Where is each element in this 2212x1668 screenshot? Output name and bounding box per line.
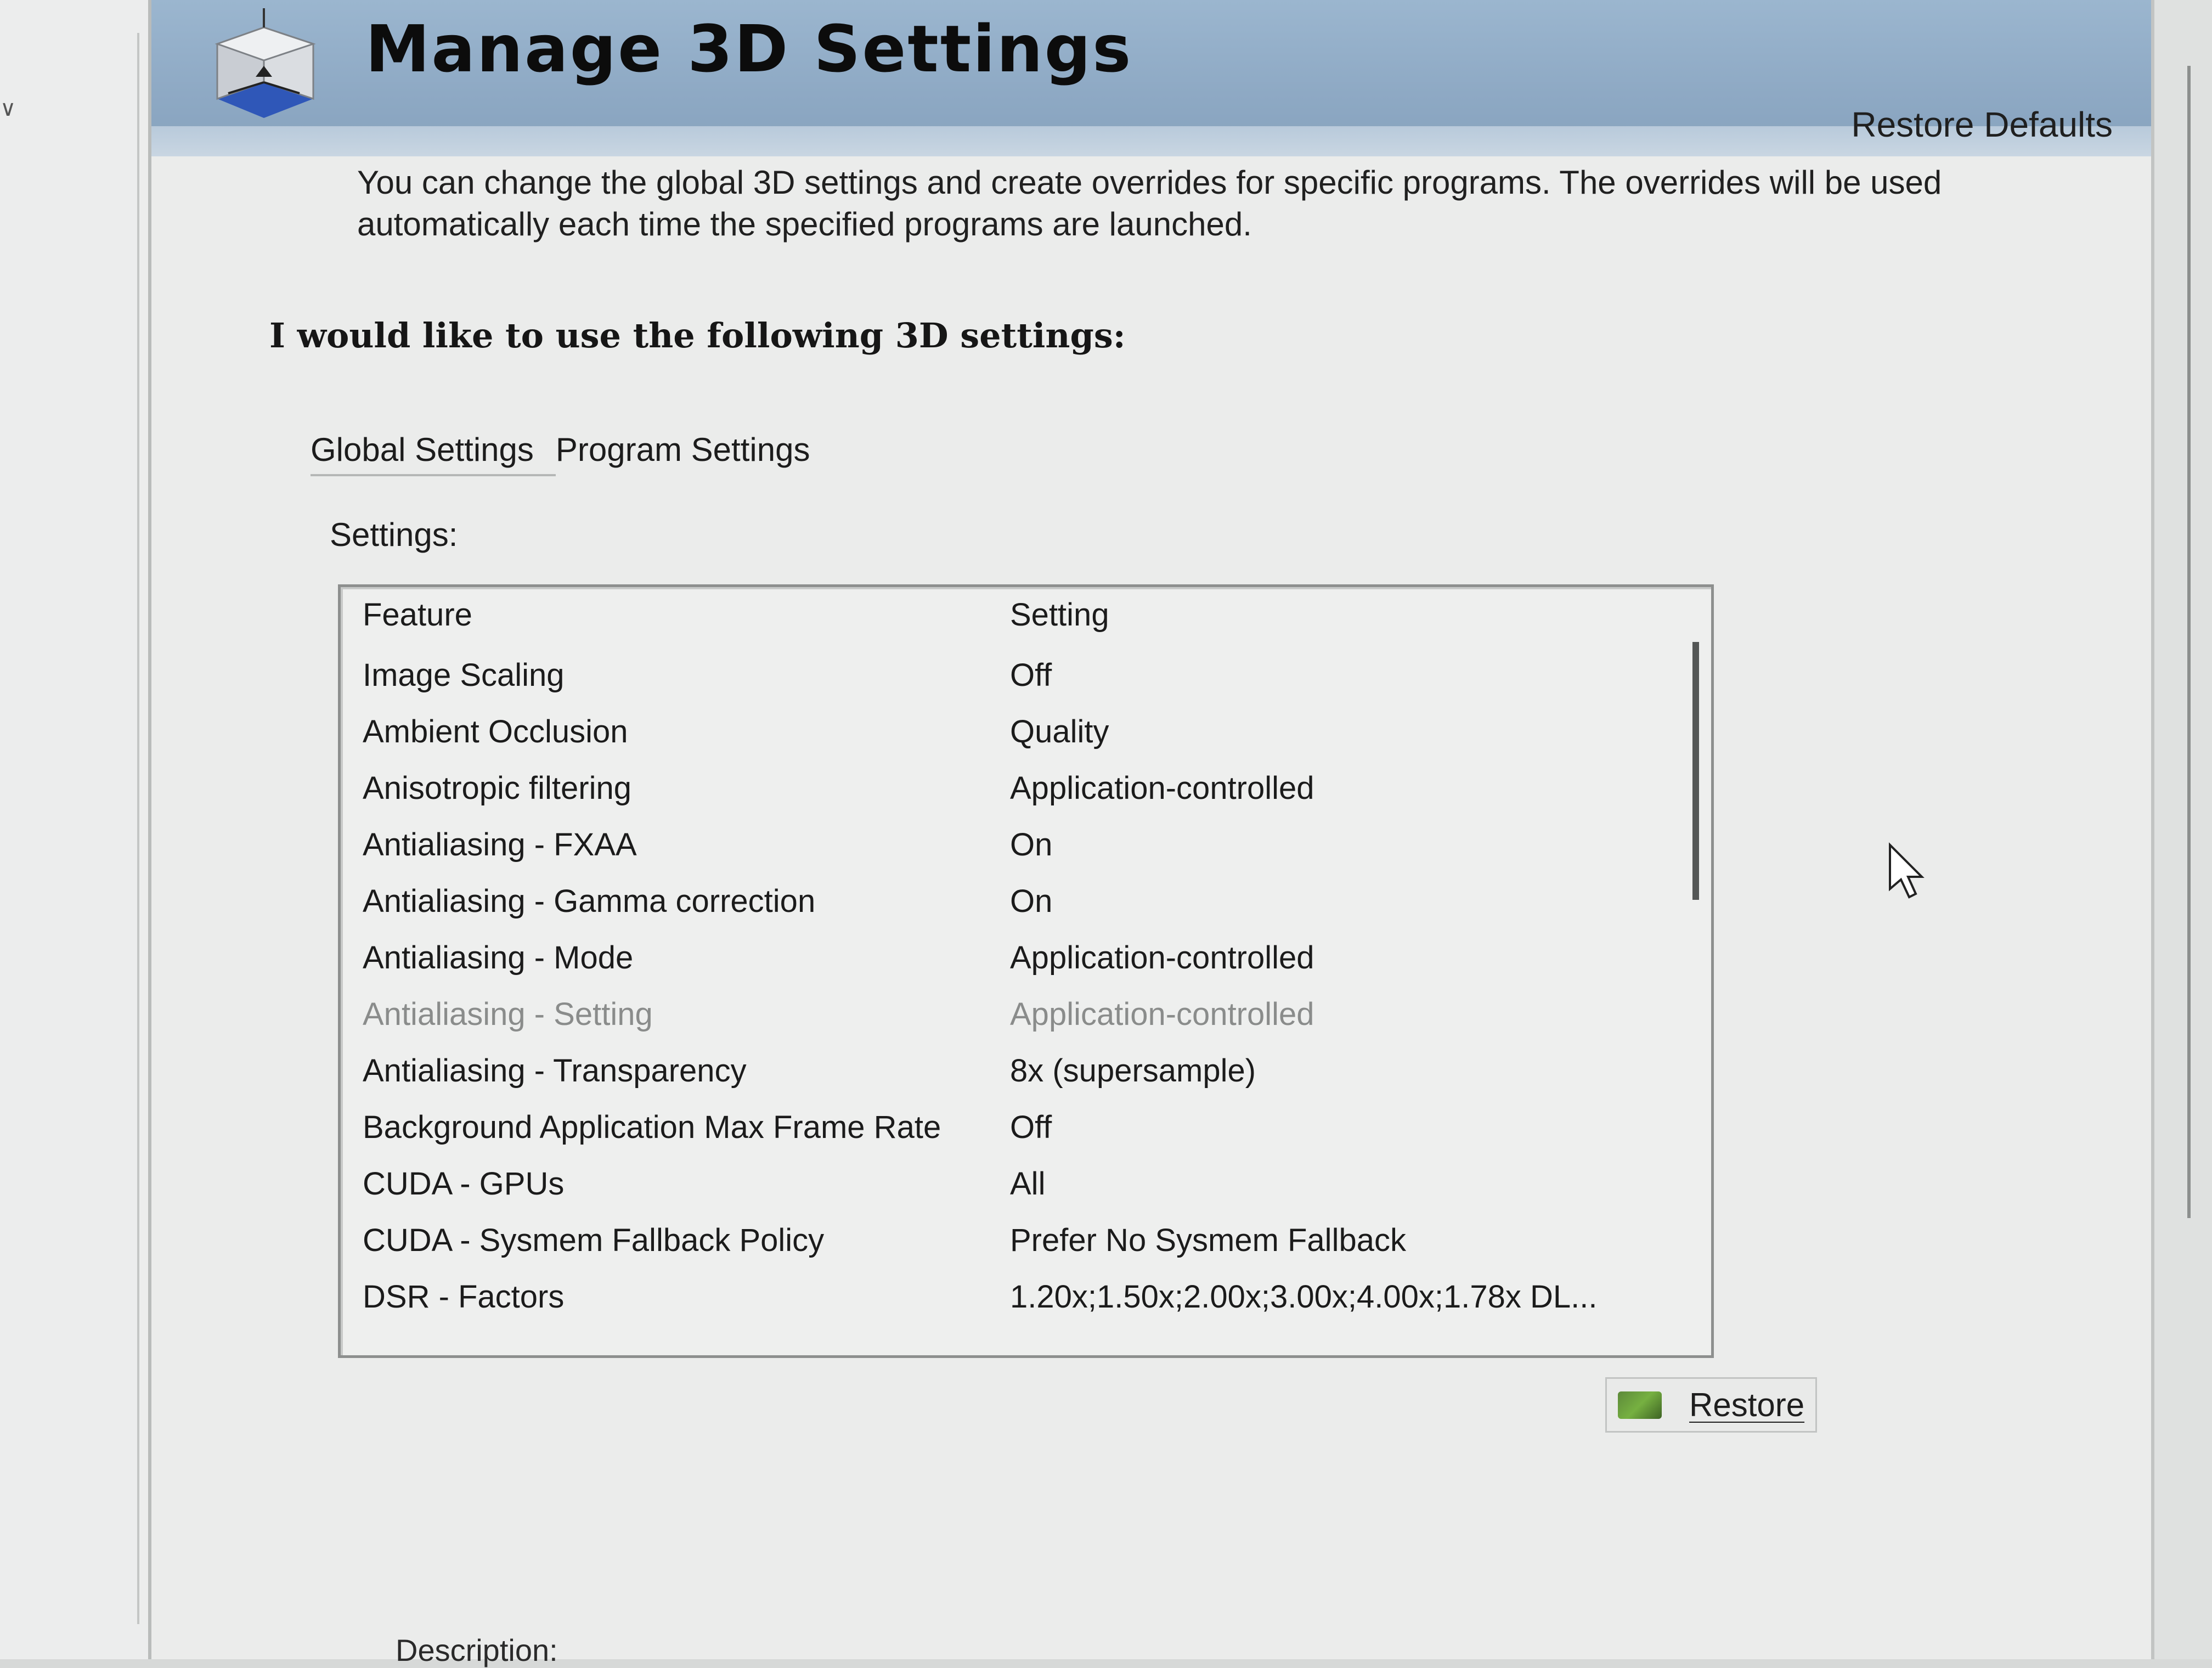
feature-name: Anisotropic filtering bbox=[363, 770, 631, 806]
intro-text: You can change the global 3D settings an… bbox=[357, 164, 1942, 243]
settings-prompt: I would like to use the following 3D set… bbox=[269, 315, 1126, 356]
feature-name: Antialiasing - Mode bbox=[363, 939, 634, 976]
table-row[interactable]: Image Scaling Off bbox=[341, 647, 1657, 702]
settings-tabs: Global Settings Program Settings bbox=[311, 431, 832, 476]
feature-name: CUDA - Sysmem Fallback Policy bbox=[363, 1222, 825, 1258]
table-row[interactable]: Antialiasing - FXAA On bbox=[341, 817, 1657, 872]
window-edge bbox=[2151, 0, 2212, 1659]
table-row[interactable]: Background Application Max Frame Rate Of… bbox=[341, 1100, 1657, 1154]
feature-setting[interactable]: All bbox=[1010, 1165, 1045, 1202]
feature-setting: Application-controlled bbox=[1010, 996, 1314, 1032]
feature-name: Antialiasing - Gamma correction bbox=[363, 883, 816, 919]
restore-button-label: Restore bbox=[1689, 1387, 1805, 1423]
feature-setting[interactable]: Application-controlled bbox=[1010, 939, 1314, 976]
feature-setting[interactable]: 1.20x;1.50x;2.00x;3.00x;4.00x;1.78x DL..… bbox=[1010, 1278, 1597, 1315]
restore-button[interactable]: Restore bbox=[1605, 1377, 1817, 1433]
column-header-setting: Setting bbox=[1010, 596, 1109, 633]
feature-name: Antialiasing - FXAA bbox=[363, 826, 637, 863]
feature-setting[interactable]: On bbox=[1010, 883, 1052, 920]
list-header: Feature Setting bbox=[341, 587, 1657, 642]
mouse-pointer-icon bbox=[1889, 842, 1925, 899]
list-scrollbar[interactable] bbox=[1692, 642, 1699, 900]
page-header: Manage 3D Settings Restore Defaults bbox=[151, 0, 2151, 156]
table-row[interactable]: Antialiasing - Transparency 8x (supersam… bbox=[341, 1043, 1657, 1098]
feature-name: Ambient Occlusion bbox=[363, 713, 628, 750]
description-label: Description: bbox=[396, 1633, 558, 1667]
feature-name: Antialiasing - Setting bbox=[363, 996, 653, 1032]
3d-cube-icon bbox=[215, 8, 316, 118]
feature-setting[interactable]: 8x (supersample) bbox=[1010, 1052, 1256, 1089]
feature-setting[interactable]: On bbox=[1010, 826, 1052, 863]
table-row[interactable]: Antialiasing - Gamma correction On bbox=[341, 874, 1657, 928]
table-row[interactable]: CUDA - Sysmem Fallback Policy Prefer No … bbox=[341, 1213, 1657, 1267]
column-header-feature: Feature bbox=[363, 596, 472, 633]
table-row[interactable]: Ambient Occlusion Quality bbox=[341, 704, 1657, 759]
feature-setting[interactable]: Off bbox=[1010, 1109, 1052, 1146]
tree-expand-icon[interactable]: ∨ bbox=[0, 96, 16, 121]
screen: ∨ Manage 3D Settings Restore Defaults Yo… bbox=[0, 0, 2212, 1667]
feature-setting[interactable]: Off bbox=[1010, 657, 1052, 694]
window-scrollbar[interactable] bbox=[2187, 66, 2191, 1218]
settings-list[interactable]: Feature Setting Image Scaling Off Ambien… bbox=[338, 584, 1714, 1358]
table-row: Antialiasing - Setting Application-contr… bbox=[341, 987, 1657, 1041]
page-title: Manage 3D Settings bbox=[365, 11, 1133, 87]
tab-global-settings[interactable]: Global Settings bbox=[311, 431, 556, 476]
feature-setting[interactable]: Prefer No Sysmem Fallback bbox=[1010, 1222, 1406, 1259]
settings-label: Settings: bbox=[330, 516, 458, 553]
table-row[interactable]: DSR - Factors 1.20x;1.50x;2.00x;3.00x;4.… bbox=[341, 1269, 1657, 1324]
main-panel: Manage 3D Settings Restore Defaults You … bbox=[151, 0, 2151, 1667]
feature-name: Background Application Max Frame Rate bbox=[363, 1109, 941, 1145]
table-row[interactable]: CUDA - GPUs All bbox=[341, 1156, 1657, 1211]
feature-name: Image Scaling bbox=[363, 657, 565, 693]
feature-name: CUDA - GPUs bbox=[363, 1165, 565, 1202]
navigation-pane: ∨ bbox=[0, 0, 151, 1659]
restore-defaults-link[interactable]: Restore Defaults bbox=[1851, 104, 2113, 145]
table-row[interactable]: Antialiasing - Mode Application-controll… bbox=[341, 930, 1657, 985]
feature-name: DSR - Factors bbox=[363, 1278, 565, 1315]
tab-program-settings[interactable]: Program Settings bbox=[556, 431, 832, 476]
nvidia-icon bbox=[1618, 1391, 1662, 1419]
pane-divider bbox=[137, 33, 139, 1624]
table-row[interactable]: Anisotropic filtering Application-contro… bbox=[341, 760, 1657, 815]
feature-setting[interactable]: Application-controlled bbox=[1010, 770, 1314, 807]
feature-setting[interactable]: Quality bbox=[1010, 713, 1109, 750]
feature-name: Antialiasing - Transparency bbox=[363, 1052, 747, 1089]
